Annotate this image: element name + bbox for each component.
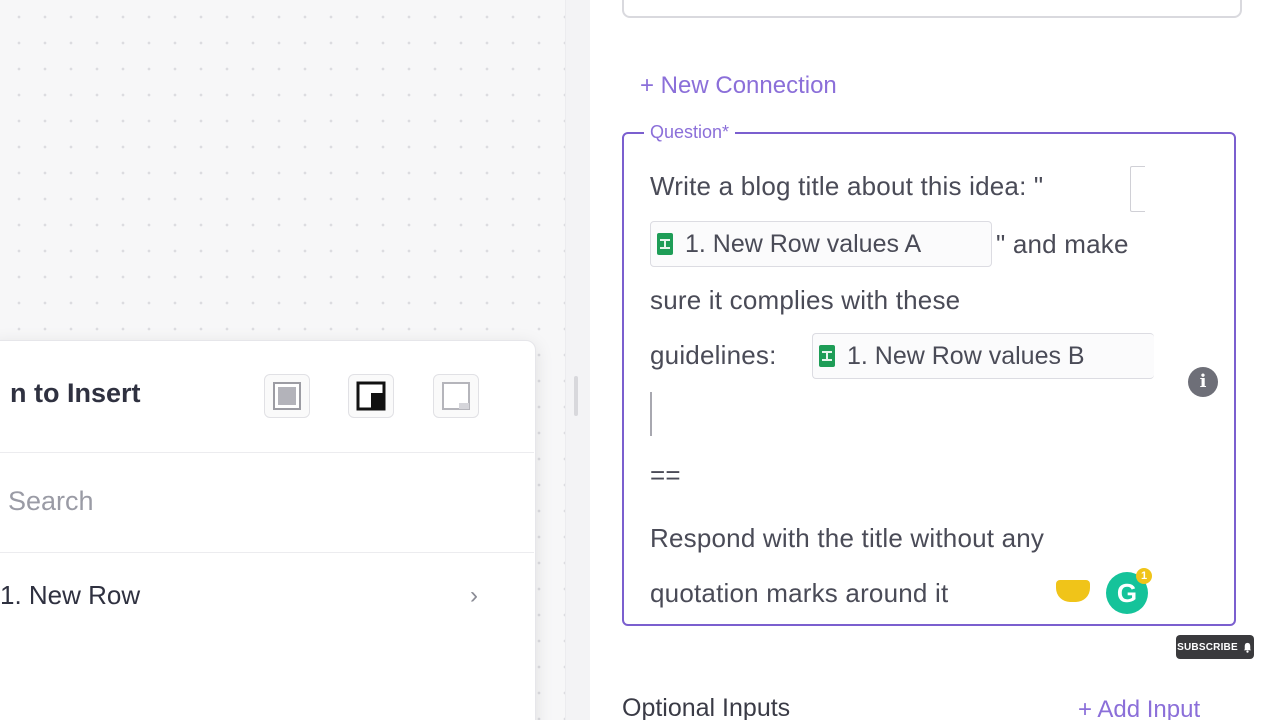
- connection-select[interactable]: [622, 0, 1242, 18]
- layout-empty-icon: [442, 382, 470, 410]
- chevron-right-icon: ›: [470, 582, 478, 609]
- layout-full-icon: [273, 382, 301, 410]
- insert-popover-title: n to Insert: [10, 378, 141, 408]
- layout-full-button[interactable]: [264, 374, 310, 418]
- subscribe-label: SUBSCRIBE: [1177, 641, 1238, 653]
- google-sheets-icon: [819, 345, 835, 367]
- bell-icon: [1243, 642, 1252, 653]
- popover-divider: [0, 452, 534, 453]
- question-line: quotation marks around it: [650, 578, 949, 608]
- app-root: n to Insert Search 1. New Row › + New Co…: [0, 0, 1280, 720]
- variable-chip-label: 1. New Row values B: [847, 341, 1085, 370]
- question-line: Write a blog title about this idea: ": [650, 171, 1044, 201]
- add-input-link[interactable]: + Add Input: [1078, 696, 1200, 720]
- google-sheets-icon: [657, 233, 673, 255]
- question-line: guidelines:: [650, 340, 777, 370]
- question-line: sure it complies with these: [650, 285, 961, 315]
- layout-corner-icon: [356, 381, 386, 411]
- question-line: " and make: [996, 229, 1129, 259]
- insert-list-item-label: 1. New Row: [0, 580, 141, 610]
- question-line: Respond with the title without any: [650, 523, 1045, 553]
- popover-divider: [0, 552, 534, 553]
- new-connection-link[interactable]: + New Connection: [640, 72, 837, 100]
- variable-chip-values-a[interactable]: 1. New Row values A: [650, 221, 992, 267]
- layout-corner-button[interactable]: [348, 374, 394, 418]
- insert-list-item[interactable]: 1. New Row ›: [0, 580, 500, 614]
- variable-chip-label: 1. New Row values A: [685, 229, 922, 258]
- insert-search-input[interactable]: Search: [8, 486, 94, 517]
- panel-divider: [565, 0, 590, 720]
- subscribe-button[interactable]: SUBSCRIBE: [1176, 635, 1254, 659]
- question-field-label: Question*: [644, 122, 736, 143]
- emoji-icon[interactable]: [1056, 580, 1090, 602]
- resize-handle[interactable]: [574, 376, 578, 416]
- layout-empty-button[interactable]: [433, 374, 479, 418]
- text-cursor: [650, 392, 652, 436]
- optional-inputs-heading: Optional Inputs: [622, 694, 791, 720]
- chip-edge: [1130, 166, 1145, 212]
- grammarly-count-badge: 1: [1136, 568, 1152, 584]
- question-separator: ==: [650, 460, 681, 490]
- variable-chip-values-b[interactable]: 1. New Row values B: [812, 333, 1154, 379]
- info-icon[interactable]: i: [1188, 367, 1218, 397]
